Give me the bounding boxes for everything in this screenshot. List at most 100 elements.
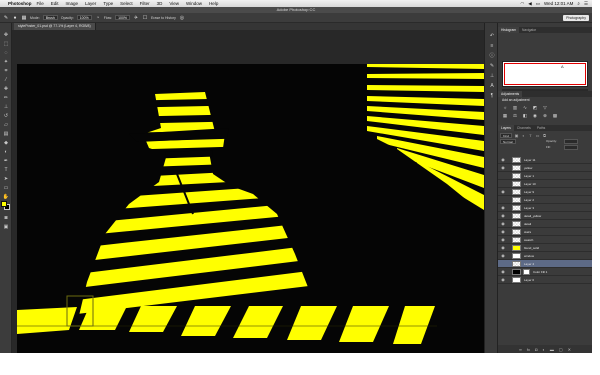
layer-thumbnail[interactable] <box>512 196 521 203</box>
clone-source-panel-icon[interactable]: ⊥ <box>488 73 496 80</box>
info-panel-icon[interactable]: ⓘ <box>488 53 496 60</box>
layer-row[interactable]: ◉ window <box>498 252 592 260</box>
visibility-eye-icon[interactable]: ◉ <box>500 245 506 250</box>
wifi-icon[interactable]: ◠ <box>520 1 524 7</box>
visibility-eye-icon[interactable]: ◉ <box>500 269 506 274</box>
menu-3d[interactable]: 3D <box>157 1 163 6</box>
gradient-tool-icon[interactable]: ▤ <box>2 131 10 137</box>
curves-icon[interactable]: ∿ <box>522 105 528 111</box>
menu-layer[interactable]: Layer <box>85 1 96 6</box>
layer-thumbnail[interactable] <box>512 236 521 243</box>
brush-panel-icon[interactable]: ✎ <box>488 63 496 70</box>
airbrush-icon[interactable]: ✈ <box>133 15 139 21</box>
layer-thumbnail[interactable] <box>512 164 521 171</box>
menu-edit[interactable]: Edit <box>51 1 59 6</box>
visibility-eye-icon[interactable]: ◉ <box>500 157 506 162</box>
levels-icon[interactable]: ▥ <box>512 105 518 111</box>
channel-mixer-icon[interactable]: ⊕ <box>542 113 548 119</box>
filter-adjustment-icon[interactable]: ◐ <box>521 133 526 138</box>
layer-thumbnail[interactable] <box>512 276 521 283</box>
layer-thumbnail[interactable] <box>512 228 521 235</box>
brush-tool-icon[interactable]: ✏ <box>2 95 10 101</box>
black-white-icon[interactable]: ◧ <box>522 113 528 119</box>
layer-row[interactable]: Layer 1 <box>498 172 592 180</box>
crop-tool-icon[interactable]: ⌗ <box>2 68 10 74</box>
visibility-eye-icon[interactable]: ◉ <box>500 253 506 258</box>
layer-row[interactable]: ◉ Layer 3 <box>498 204 592 212</box>
navigator-view-box[interactable] <box>504 63 586 85</box>
layer-style-icon[interactable]: fx <box>527 347 530 352</box>
layer-row[interactable]: ◉ stairs <box>498 228 592 236</box>
brightness-contrast-icon[interactable]: ☼ <box>502 105 508 111</box>
screen-mode-icon[interactable]: ▣ <box>2 224 10 230</box>
mode-select[interactable]: Brush <box>42 15 58 20</box>
visibility-eye-icon[interactable]: ◉ <box>500 229 506 234</box>
hand-tool-icon[interactable]: ✋ <box>2 194 10 200</box>
exposure-icon[interactable]: ◩ <box>532 105 538 111</box>
visibility-eye-icon[interactable]: ◉ <box>500 221 506 226</box>
spotlight-search-icon[interactable]: ⌕ <box>577 1 580 6</box>
erase-history-checkbox[interactable]: ☐ <box>142 15 148 21</box>
layer-thumbnail[interactable] <box>512 260 521 267</box>
tab-paths[interactable]: Paths <box>534 125 548 131</box>
visibility-eye-icon[interactable]: ◉ <box>500 237 506 242</box>
layer-name[interactable]: Layer 4 <box>524 262 534 266</box>
layer-name[interactable]: Layer 3 <box>524 206 534 210</box>
layer-name[interactable]: detail <box>524 222 531 226</box>
path-select-tool-icon[interactable]: ➤ <box>2 176 10 182</box>
quick-mask-icon[interactable]: ◙ <box>2 215 10 221</box>
brush-preset-icon[interactable]: ● <box>12 15 18 21</box>
layer-row[interactable]: ◉ blend_solid <box>498 244 592 252</box>
volume-icon[interactable]: ◀ <box>528 1 531 7</box>
layer-name[interactable]: yellow <box>524 166 532 170</box>
tab-navigator[interactable]: Navigator <box>519 27 539 33</box>
layer-name[interactable]: Color Fill 1 <box>533 270 547 274</box>
menubar-clock[interactable]: Wed 12:01 AM <box>544 1 573 6</box>
layer-row[interactable]: ◉ yellow <box>498 164 592 172</box>
new-layer-icon[interactable]: ▢ <box>559 347 563 352</box>
layer-thumbnail[interactable] <box>512 212 521 219</box>
healing-brush-tool-icon[interactable]: ✚ <box>2 86 10 92</box>
layer-name[interactable]: Layer 2 <box>524 198 534 202</box>
layer-row[interactable]: ◉ Layer 11 <box>498 156 592 164</box>
layer-opacity-field[interactable] <box>564 139 578 144</box>
marquee-tool-icon[interactable]: ⬚ <box>2 41 10 47</box>
paragraph-panel-icon[interactable]: ¶ <box>488 93 496 100</box>
tab-channels[interactable]: Channels <box>514 125 534 131</box>
foreground-color-swatch[interactable] <box>1 201 7 207</box>
photo-filter-icon[interactable]: ◉ <box>532 113 538 119</box>
layer-mask-thumbnail[interactable] <box>523 268 530 275</box>
new-adjustment-icon[interactable]: ◐ <box>542 347 544 352</box>
hue-saturation-icon[interactable]: ▦ <box>502 113 508 119</box>
layer-name[interactable]: Layer 0 <box>524 278 534 282</box>
vibrance-icon[interactable]: ▽ <box>542 105 548 111</box>
dodge-tool-icon[interactable]: ◐ <box>2 149 10 155</box>
battery-icon[interactable]: ▭ <box>536 1 540 7</box>
type-tool-icon[interactable]: T <box>2 167 10 173</box>
add-mask-icon[interactable]: ◘ <box>535 347 537 352</box>
tab-adjustments[interactable]: Adjustments <box>498 91 523 97</box>
visibility-eye-icon[interactable]: ◉ <box>500 205 506 210</box>
layer-name[interactable]: Layer 1 <box>524 174 534 178</box>
menu-file[interactable]: File <box>37 1 44 6</box>
document-tab[interactable]: stylePoster_01.psd @ 77.1% (Layer 4, RGB… <box>14 23 96 30</box>
properties-panel-icon[interactable]: ≡ <box>488 43 496 50</box>
visibility-eye-icon[interactable]: ◉ <box>500 213 506 218</box>
pen-tool-icon[interactable]: ✒ <box>2 158 10 164</box>
visibility-eye-icon[interactable]: ◉ <box>500 189 506 194</box>
tab-histogram[interactable]: Histogram <box>498 27 520 33</box>
notification-list-icon[interactable]: ☰ <box>584 1 588 7</box>
menu-filter[interactable]: Filter <box>140 1 150 6</box>
visibility-eye-icon[interactable]: ◉ <box>500 165 506 170</box>
eraser-tool-icon[interactable]: ▱ <box>2 122 10 128</box>
blend-mode-select[interactable]: Normal <box>500 139 516 144</box>
layer-name[interactable]: detail_yellow <box>524 214 541 218</box>
history-panel-icon[interactable]: ↶ <box>488 33 496 40</box>
filter-shape-icon[interactable]: ▭ <box>535 133 540 138</box>
clone-stamp-tool-icon[interactable]: ⊥ <box>2 104 10 110</box>
menu-select[interactable]: Select <box>120 1 133 6</box>
new-group-icon[interactable]: ▬ <box>550 347 554 352</box>
layer-name[interactable]: Layer 10 <box>524 182 536 186</box>
layer-fill-field[interactable] <box>564 145 578 150</box>
layer-name[interactable]: Layer 9 <box>524 190 534 194</box>
